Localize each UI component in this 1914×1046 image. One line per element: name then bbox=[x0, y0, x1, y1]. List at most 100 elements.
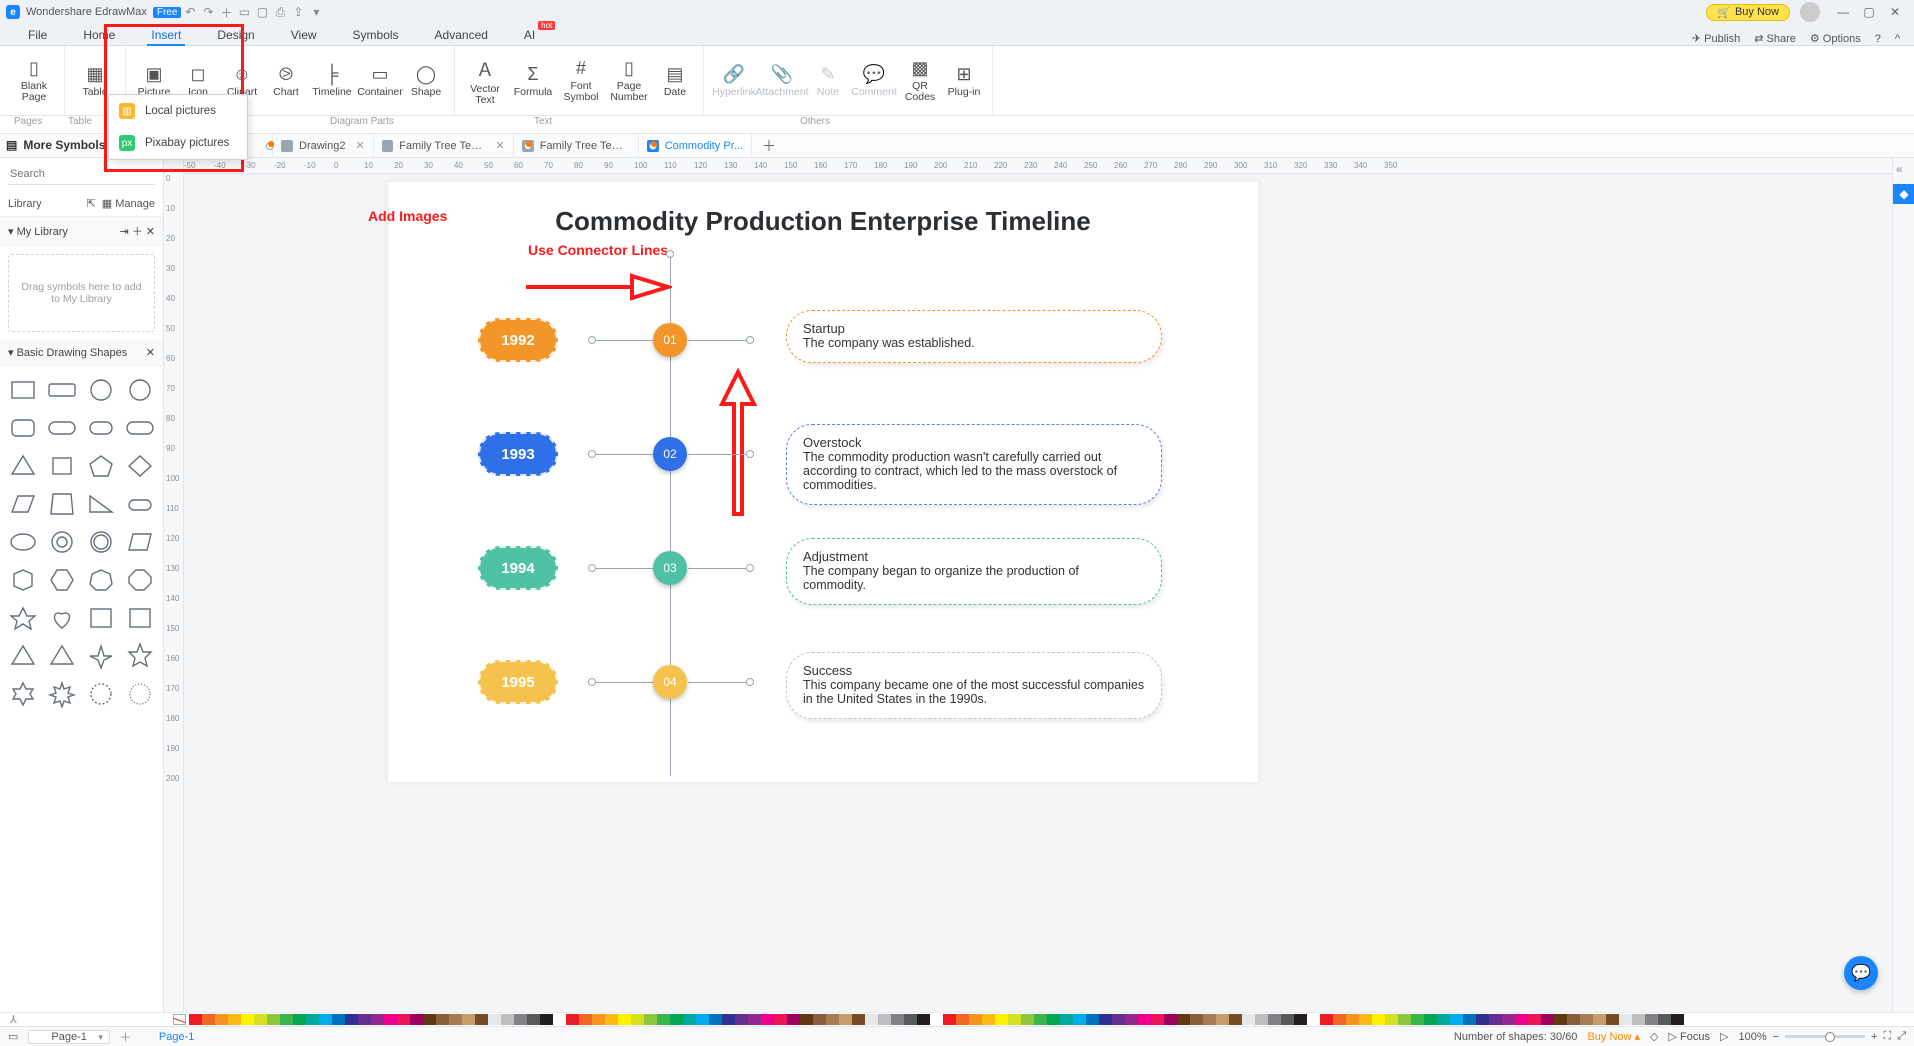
color-swatch[interactable] bbox=[891, 1014, 904, 1025]
color-swatch[interactable] bbox=[1424, 1014, 1437, 1025]
blank-page-button[interactable]: ▯Blank Page bbox=[10, 46, 58, 115]
connector-endpoint[interactable] bbox=[746, 564, 754, 572]
color-swatch[interactable] bbox=[1359, 1014, 1372, 1025]
shape-thumbnail[interactable] bbox=[83, 410, 120, 446]
shape-thumbnail[interactable] bbox=[122, 448, 159, 484]
color-swatch[interactable] bbox=[839, 1014, 852, 1025]
color-swatch[interactable] bbox=[1450, 1014, 1463, 1025]
help-icon[interactable]: ? bbox=[1875, 33, 1881, 45]
color-swatch[interactable] bbox=[423, 1014, 436, 1025]
color-swatch[interactable] bbox=[1593, 1014, 1606, 1025]
shape-thumbnail[interactable] bbox=[4, 524, 41, 560]
color-swatch[interactable] bbox=[319, 1014, 332, 1025]
shape-thumbnail[interactable] bbox=[83, 372, 120, 408]
shape-thumbnail[interactable] bbox=[83, 638, 120, 674]
color-swatch[interactable] bbox=[579, 1014, 592, 1025]
color-swatch[interactable] bbox=[1281, 1014, 1294, 1025]
format-panel-icon[interactable]: ◆ bbox=[1893, 184, 1914, 204]
step-number[interactable]: 03 bbox=[653, 551, 687, 585]
color-swatch[interactable] bbox=[345, 1014, 358, 1025]
color-swatch[interactable] bbox=[904, 1014, 917, 1025]
tab-ai[interactable]: AIhot bbox=[506, 25, 553, 45]
color-swatch[interactable] bbox=[735, 1014, 748, 1025]
shape-thumbnail[interactable] bbox=[4, 410, 41, 446]
buy-now-button[interactable]: 🛒 Buy Now bbox=[1706, 4, 1790, 21]
color-swatch[interactable] bbox=[1307, 1014, 1320, 1025]
color-swatch[interactable] bbox=[1554, 1014, 1567, 1025]
color-swatch[interactable] bbox=[215, 1014, 228, 1025]
share-button[interactable]: ⇄ Share bbox=[1754, 32, 1796, 45]
pin-icon[interactable]: ⇱ bbox=[86, 198, 95, 210]
tab-view[interactable]: View bbox=[273, 25, 335, 45]
connector-line[interactable] bbox=[688, 682, 748, 683]
color-swatch[interactable] bbox=[1333, 1014, 1346, 1025]
color-swatch[interactable] bbox=[1320, 1014, 1333, 1025]
shape-thumbnail[interactable] bbox=[83, 600, 120, 636]
color-swatch[interactable] bbox=[813, 1014, 826, 1025]
color-swatch[interactable] bbox=[1138, 1014, 1151, 1025]
close-section-icon[interactable]: ✕ bbox=[146, 346, 155, 359]
tab-symbols[interactable]: Symbols bbox=[335, 25, 417, 45]
color-swatch[interactable] bbox=[1489, 1014, 1502, 1025]
connector-endpoint[interactable] bbox=[588, 450, 596, 458]
my-library-drop[interactable]: Drag symbols here to add to My Library bbox=[8, 254, 155, 332]
plugin-button[interactable]: ⊞Plug-in bbox=[942, 46, 986, 115]
color-swatch[interactable] bbox=[1151, 1014, 1164, 1025]
zoom-out-icon[interactable]: − bbox=[1773, 1031, 1779, 1043]
color-swatch[interactable] bbox=[241, 1014, 254, 1025]
step-number[interactable]: 01 bbox=[653, 323, 687, 357]
connector-endpoint[interactable] bbox=[588, 564, 596, 572]
color-swatch[interactable] bbox=[1346, 1014, 1359, 1025]
options-button[interactable]: ⚙ Options bbox=[1810, 32, 1861, 45]
year-pill[interactable]: 1995 bbox=[478, 660, 558, 704]
canvas[interactable]: Add Images Use Connector Lines Commodity… bbox=[184, 174, 1892, 1012]
shape-thumbnail[interactable] bbox=[83, 524, 120, 560]
doc-tab-active[interactable]: Commodity Pr...● bbox=[639, 134, 752, 157]
color-swatch[interactable] bbox=[1476, 1014, 1489, 1025]
fullscreen-icon[interactable]: ⤢ bbox=[1897, 1030, 1906, 1043]
zoom-in-icon[interactable]: + bbox=[1871, 1031, 1877, 1043]
year-pill[interactable]: 1993 bbox=[478, 432, 558, 476]
add-icon[interactable]: ＋ bbox=[132, 226, 143, 238]
shape-thumbnail[interactable] bbox=[83, 562, 120, 598]
shape-thumbnail[interactable] bbox=[122, 486, 159, 522]
color-swatch[interactable] bbox=[878, 1014, 891, 1025]
print-icon[interactable]: ⎙ bbox=[271, 5, 289, 20]
redo-icon[interactable]: ↷ bbox=[199, 5, 217, 19]
shape-thumbnail[interactable] bbox=[43, 562, 80, 598]
color-swatch[interactable] bbox=[267, 1014, 280, 1025]
color-swatch[interactable] bbox=[1086, 1014, 1099, 1025]
more-icon[interactable]: ▾ bbox=[307, 5, 325, 19]
color-swatch[interactable] bbox=[1567, 1014, 1580, 1025]
color-swatch[interactable] bbox=[670, 1014, 683, 1025]
color-swatch[interactable] bbox=[1372, 1014, 1385, 1025]
shape-thumbnail[interactable] bbox=[122, 638, 159, 674]
page-selector[interactable]: Page-1▾ bbox=[28, 1030, 109, 1044]
export-icon[interactable]: ⇪ bbox=[289, 5, 307, 19]
fit-page-icon[interactable]: ⛶ bbox=[1883, 1030, 1891, 1043]
eyedropper-icon[interactable]: ⅄ bbox=[10, 1013, 17, 1026]
no-fill-swatch[interactable] bbox=[173, 1014, 186, 1025]
timeline-button[interactable]: ╞Timeline bbox=[308, 46, 356, 115]
timeline-card[interactable]: AdjustmentThe company began to organize … bbox=[786, 538, 1162, 605]
color-swatch[interactable] bbox=[254, 1014, 267, 1025]
local-pictures-item[interactable]: ▥ Local pictures bbox=[109, 95, 247, 127]
color-swatch[interactable] bbox=[371, 1014, 384, 1025]
color-swatch[interactable] bbox=[969, 1014, 982, 1025]
color-swatch[interactable] bbox=[1645, 1014, 1658, 1025]
color-swatch[interactable] bbox=[748, 1014, 761, 1025]
snap-icon[interactable]: ◇ bbox=[1650, 1030, 1658, 1043]
color-swatch[interactable] bbox=[228, 1014, 241, 1025]
color-swatch[interactable] bbox=[696, 1014, 709, 1025]
shape-thumbnail[interactable] bbox=[122, 562, 159, 598]
color-swatch[interactable] bbox=[1606, 1014, 1619, 1025]
minimize-icon[interactable]: — bbox=[1830, 5, 1856, 19]
color-swatch[interactable] bbox=[1294, 1014, 1307, 1025]
color-swatch[interactable] bbox=[943, 1014, 956, 1025]
color-swatch[interactable] bbox=[553, 1014, 566, 1025]
shape-thumbnail[interactable] bbox=[122, 676, 159, 712]
color-swatch[interactable] bbox=[332, 1014, 345, 1025]
connector-endpoint[interactable] bbox=[746, 336, 754, 344]
pixabay-pictures-item[interactable]: px Pixabay pictures bbox=[109, 127, 247, 159]
zoom-slider[interactable] bbox=[1785, 1035, 1865, 1038]
